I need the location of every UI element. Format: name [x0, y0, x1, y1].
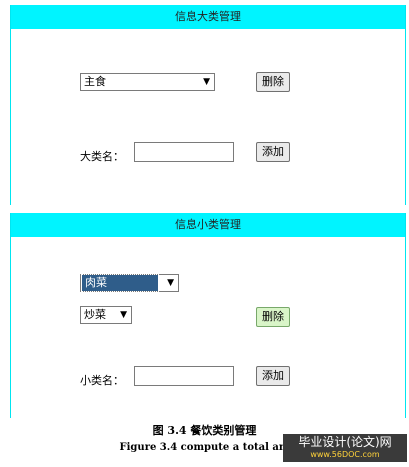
watermark-url: www.56DOC.com [310, 450, 380, 459]
subcategory-panel-title: 信息小类管理 [11, 213, 405, 237]
chevron-down-icon: ▼ [203, 77, 210, 87]
chevron-down-icon: ▼ [120, 310, 127, 320]
category-select[interactable]: 主食 ▼ [80, 73, 215, 91]
category-name-label: 大类名： [80, 150, 124, 163]
chevron-down-icon: ▼ [167, 278, 174, 288]
category-name-input[interactable] [134, 142, 234, 162]
category-panel: 信息大类管理 主食 ▼ 删除 大类名： 添加 [10, 5, 406, 205]
category-select-value: 主食 [84, 75, 106, 88]
subcategory-name-label: 小类名： [80, 374, 124, 387]
subcategory-add-button[interactable]: 添加 [256, 366, 290, 386]
watermark-text: 毕业设计(论文)网 [298, 435, 392, 449]
watermark-logo: 毕业设计(论文)网 www.56DOC.com [283, 434, 407, 462]
subcategory-parent-value: 肉菜 [81, 274, 159, 292]
subcategory-name-input[interactable] [134, 366, 234, 386]
subcategory-parent-select[interactable]: 肉菜 ▼ [80, 274, 179, 292]
category-delete-button[interactable]: 删除 [256, 72, 290, 92]
category-add-button[interactable]: 添加 [256, 142, 290, 162]
subcategory-select-value: 炒菜 [84, 308, 106, 321]
subcategory-select[interactable]: 炒菜 ▼ [80, 306, 132, 324]
subcategory-delete-button[interactable]: 删除 [256, 307, 290, 327]
subcategory-panel: 信息小类管理 肉菜 ▼ 炒菜 ▼ 删除 小类名： 添加 [10, 213, 406, 418]
category-panel-title: 信息大类管理 [11, 5, 405, 29]
